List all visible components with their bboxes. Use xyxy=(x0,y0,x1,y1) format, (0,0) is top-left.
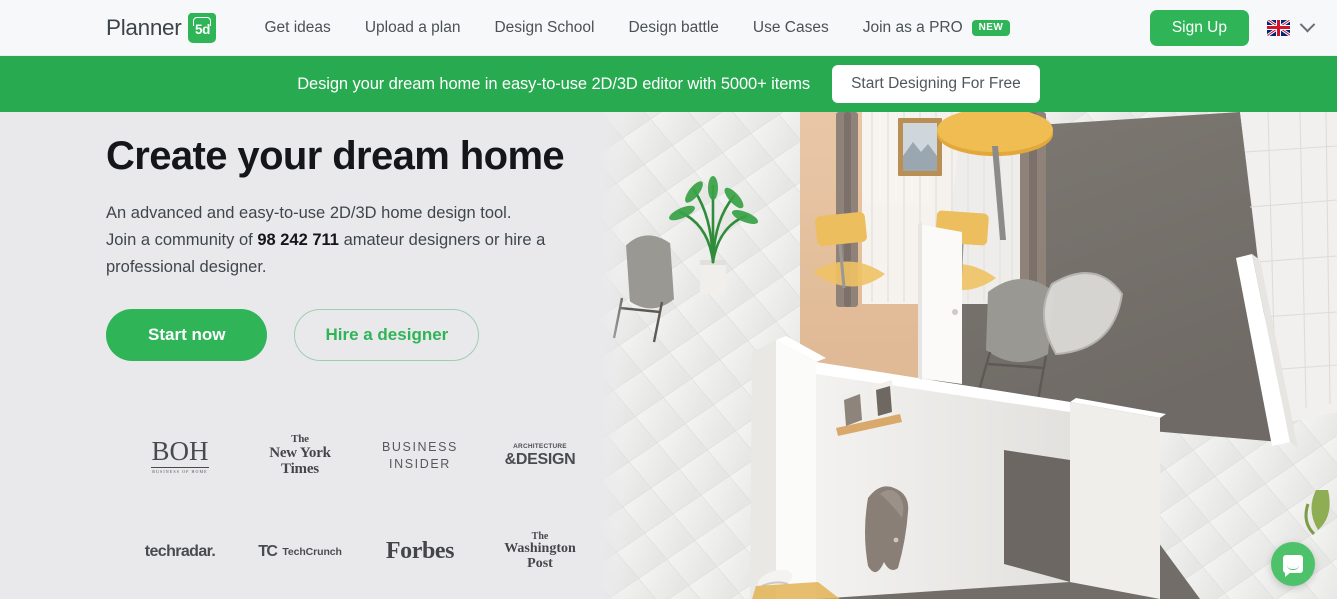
brand-wordmark: Planner xyxy=(106,14,182,40)
forbes-wordmark: Forbes xyxy=(385,538,455,565)
hero-section: Create your dream home An advanced and e… xyxy=(0,112,1337,599)
techradar-wordmark: techradar. xyxy=(144,542,216,560)
techcrunch-wordmark: TechCrunch xyxy=(282,545,342,558)
techcrunch-mark: TC xyxy=(258,542,278,560)
boh-subtitle: BUSINESS OF HOME xyxy=(151,466,209,474)
nav-link-use-cases[interactable]: Use Cases xyxy=(753,19,829,37)
nav-right-actions: Sign Up xyxy=(1149,9,1316,46)
promo-banner: Design your dream home in easy-to-use 2D… xyxy=(0,56,1337,112)
press-logo-washington-post: The Washington Post xyxy=(480,522,600,582)
bi-line-2: INSIDER xyxy=(389,456,451,471)
press-logo-techcrunch: TC TechCrunch xyxy=(240,522,360,582)
brand-badge-label: 5d xyxy=(194,22,210,37)
nyt-line-3: Times xyxy=(281,460,319,477)
hero-subtitle: An advanced and easy-to-use 2D/3D home d… xyxy=(106,200,620,281)
nav-link-upload-a-plan[interactable]: Upload a plan xyxy=(365,19,461,37)
top-navigation-bar: Planner 5d Get ideas Upload a plan Desig… xyxy=(0,0,1337,56)
nyt-line-2: New York xyxy=(269,444,331,461)
press-logo-new-york-times: The New York Times xyxy=(240,426,360,486)
chat-smile-shape xyxy=(1287,565,1299,570)
page-title: Create your dream home xyxy=(106,134,565,178)
boh-wordmark: BOH xyxy=(151,435,209,466)
nav-link-get-ideas[interactable]: Get ideas xyxy=(264,19,330,37)
hero-copy: Create your dream home An advanced and e… xyxy=(0,112,620,361)
press-logos-grid: BOH BUSINESS OF HOME The New York Times … xyxy=(0,408,1337,599)
chat-bubble-icon[interactable] xyxy=(1271,542,1315,586)
ad-line-2: &DESIGN xyxy=(504,450,576,468)
nav-link-join-as-a-pro[interactable]: Join as a PRO NEW xyxy=(863,19,1011,37)
start-designing-for-free-button[interactable]: Start Designing For Free xyxy=(832,65,1040,103)
sign-up-button[interactable]: Sign Up xyxy=(1149,9,1249,46)
hire-a-designer-button[interactable]: Hire a designer xyxy=(294,308,480,361)
hero-subtitle-line-1: An advanced and easy-to-use 2D/3D home d… xyxy=(106,204,512,223)
ad-line-1: ARCHITECTURE xyxy=(513,443,567,451)
press-logo-boh: BOH BUSINESS OF HOME xyxy=(120,426,240,486)
brand-logo[interactable]: Planner 5d xyxy=(106,12,217,43)
nav-link-design-battle[interactable]: Design battle xyxy=(628,19,718,37)
chevron-down-icon[interactable] xyxy=(1299,16,1316,33)
press-logo-techradar: techradar. xyxy=(120,522,240,582)
press-logo-forbes: Forbes xyxy=(360,522,480,582)
nav-link-design-school[interactable]: Design School xyxy=(494,19,594,37)
hero-subtitle-line-2-pre: Join a community of xyxy=(106,231,258,250)
start-now-button[interactable]: Start now xyxy=(106,308,268,361)
chat-bubble-shape xyxy=(1283,555,1303,577)
language-selector[interactable] xyxy=(1267,16,1316,36)
house-icon: 5d xyxy=(188,12,217,43)
press-logo-business-insider: BUSINESS INSIDER xyxy=(360,426,480,486)
promo-banner-text: Design your dream home in easy-to-use 2D… xyxy=(297,74,811,93)
wp-line-3: Post xyxy=(527,556,553,572)
press-logo-architecture-and-design: ARCHITECTURE &DESIGN xyxy=(480,426,600,486)
uk-flag-icon xyxy=(1267,19,1290,36)
community-count: 98 242 711 xyxy=(257,231,339,250)
nav-link-join-as-a-pro-label[interactable]: Join as a PRO xyxy=(863,19,963,37)
bi-line-1: BUSINESS xyxy=(381,439,458,454)
primary-nav-links: Get ideas Upload a plan Design School De… xyxy=(264,19,1011,37)
wp-line-2: Washington xyxy=(504,541,576,557)
new-badge: NEW xyxy=(971,19,1011,36)
hero-cta-group: Start now Hire a designer xyxy=(106,308,620,361)
